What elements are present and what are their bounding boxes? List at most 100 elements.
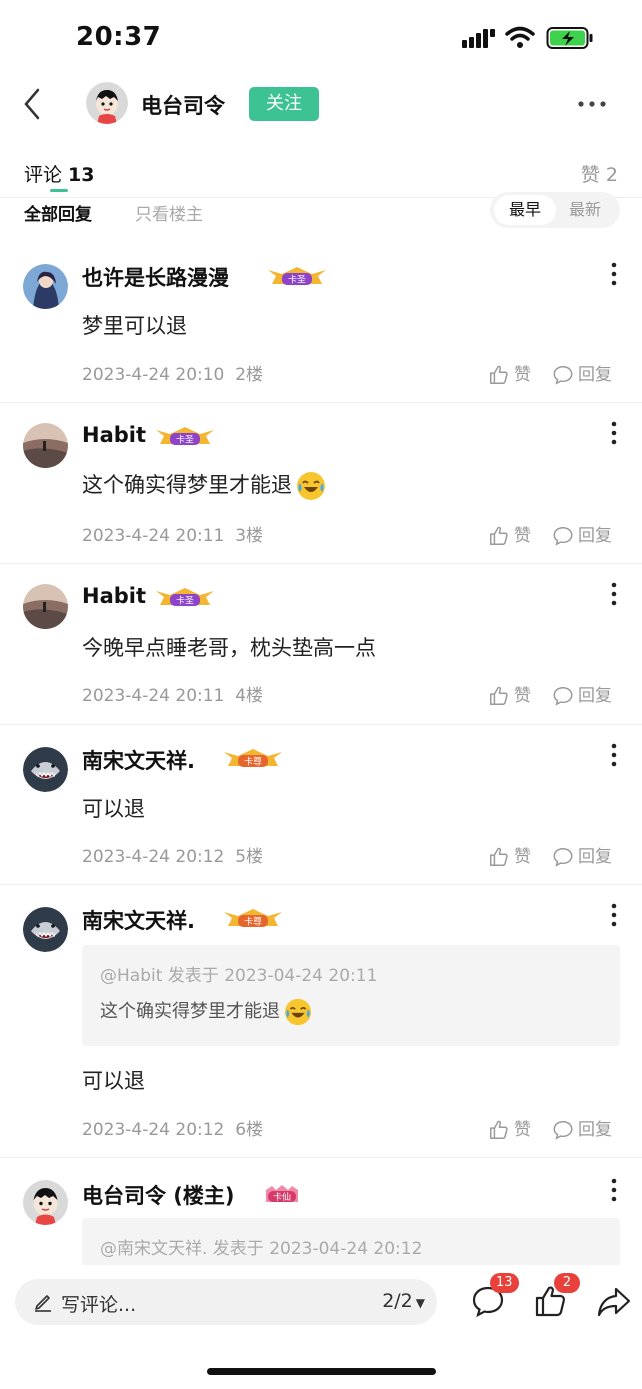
badge-label: 卡仙 [273,1191,291,1203]
commenter-avatar[interactable] [23,584,68,629]
comment-bubble-icon [552,1119,574,1141]
comment-item: Habit 卡圣 这个确实得梦里才能退 2023-4-24 20:11 3楼 赞… [0,403,642,564]
comment-menu-icon[interactable] [610,262,618,286]
caret-down-icon: ▼ [415,1296,425,1310]
commenter-name[interactable]: 南宋文天祥. [82,745,195,775]
comment-text: 梦里可以退 [82,314,187,338]
quote-header: @南宋文天祥. 发表于 2023-04-24 20:12 [100,1239,423,1259]
like-label: 赞 [514,526,531,546]
share-icon[interactable] [596,1283,632,1319]
reply-button[interactable]: 回复 [552,842,612,868]
filter-all-replies[interactable]: 全部回复 [24,200,92,225]
filter-row: 全部回复 只看楼主 最早 最新 [0,192,642,234]
home-indicator [207,1368,436,1375]
like-label: 赞 [514,686,531,706]
comment-bubble-icon [552,364,574,386]
tab-comments[interactable]: 评论 13 [24,160,94,187]
like-button[interactable]: 赞 [488,1115,531,1141]
comment-text: 可以退 [82,1069,145,1093]
comment-meta: 2023-4-24 20:11 3楼 [82,521,263,546]
thumbs-up-icon [488,1119,510,1141]
commenter-name[interactable]: Habit [82,423,146,447]
comment-item: Habit 卡圣 今晚早点睡老哥，枕头垫高一点 2023-4-24 20:11 … [0,564,642,725]
landscape-avatar-icon [23,423,68,468]
comment-time: 2023-4-24 20:12 [82,847,225,867]
tab-likes-count: 2 [605,164,618,186]
badge-label: 卡尊 [244,916,262,928]
commenter-avatar[interactable] [23,747,68,792]
page-indicator[interactable]: 2/2 ▼ [382,1290,425,1312]
comment-meta: 2023-4-24 20:11 4楼 [82,681,263,706]
comment-menu-icon[interactable] [610,743,618,767]
comment-meta: 2023-4-24 20:12 5楼 [82,842,263,867]
shark-avatar-icon [23,747,68,792]
comment-menu-icon[interactable] [610,1178,618,1202]
reply-label: 回复 [578,1120,612,1140]
quoted-comment[interactable]: @南宋文天祥. 发表于 2023-04-24 20:12 [82,1218,620,1268]
host-avatar[interactable] [86,82,128,124]
anime-avatar-icon [23,264,68,309]
like-button[interactable]: 赞 [488,360,531,386]
battery-charging-icon [546,27,593,49]
sort-latest-option[interactable]: 最新 [554,195,616,225]
reply-button[interactable]: 回复 [552,1115,612,1141]
comment-floor: 5楼 [235,847,264,867]
wifi-icon [505,26,535,48]
top-nav-bar: 电台司令 关注 [0,72,642,138]
landscape-avatar-icon [23,584,68,629]
write-comment-placeholder: 写评论... [61,1294,137,1316]
cellular-signal-icon [462,29,495,48]
commenter-name[interactable]: 南宋文天祥. [82,905,195,935]
like-button[interactable]: 赞 [488,681,531,707]
comment-time: 2023-4-24 20:10 [82,365,225,385]
like-button[interactable]: 赞 [488,521,531,547]
tab-likes[interactable]: 赞2 [581,160,618,187]
thumbs-up-icon [488,525,510,547]
quote-text-content: 这个确实得梦里才能退 [100,1001,280,1022]
comment-text: 可以退 [82,797,145,821]
like-button[interactable]: 赞 [488,842,531,868]
like-label: 赞 [514,847,531,867]
commenter-avatar[interactable] [23,1180,68,1225]
quoted-comment[interactable]: @Habit 发表于 2023-04-24 20:11 这个确实得梦里才能退 [82,945,620,1046]
host-name[interactable]: 电台司令 [141,90,225,120]
comment-menu-icon[interactable] [610,582,618,606]
commenter-name[interactable]: Habit [82,584,146,608]
comment-meta: 2023-4-24 20:12 6楼 [82,1115,263,1140]
sort-toggle: 最早 最新 [490,192,620,228]
reply-button[interactable]: 回复 [552,521,612,547]
crown-badge-icon: 卡圣 [156,588,214,607]
commenter-avatar[interactable] [23,907,68,952]
comment-meta: 2023-4-24 20:10 2楼 [82,360,263,385]
filter-host-only[interactable]: 只看楼主 [135,200,203,225]
content-tabs: 评论 13 赞2 [0,148,642,198]
reply-button[interactable]: 回复 [552,681,612,707]
crown-badge-icon: 卡尊 [224,909,282,928]
comment-menu-icon[interactable] [610,903,618,927]
tab-likes-label: 赞 [580,164,600,186]
back-arrow-icon[interactable] [18,86,50,122]
comment-floor: 6楼 [235,1120,264,1140]
crown-badge-icon: 卡圣 [156,427,214,446]
badge-label: 卡圣 [288,274,306,286]
write-comment-input[interactable]: 写评论... 2/2 ▼ [15,1279,437,1325]
crown-badge-icon: 卡仙 [266,1185,298,1203]
commenter-avatar[interactable] [23,423,68,468]
commenter-avatar[interactable] [23,264,68,309]
comment-menu-icon[interactable] [610,421,618,445]
more-options-icon[interactable] [576,96,608,112]
crown-badge-icon: 卡圣 [268,267,326,286]
reply-button[interactable]: 回复 [552,360,612,386]
reply-label: 回复 [578,526,612,546]
sort-earliest-option[interactable]: 最早 [494,195,556,225]
reply-label: 回复 [578,847,612,867]
quote-header: @Habit 发表于 2023-04-24 20:11 [100,966,378,986]
comment-item: 南宋文天祥. 卡尊 @Habit 发表于 2023-04-24 20:11 这个… [0,885,642,1158]
commenter-name[interactable]: 也许是长路漫漫 [82,262,229,292]
badge-label: 卡圣 [176,595,194,607]
comment-bubble-icon [552,846,574,868]
commenter-name[interactable]: 电台司令 (楼主) [82,1180,235,1210]
laugh-cry-emoji-icon [296,471,326,501]
reply-label: 回复 [578,686,612,706]
follow-button[interactable]: 关注 [249,87,319,121]
